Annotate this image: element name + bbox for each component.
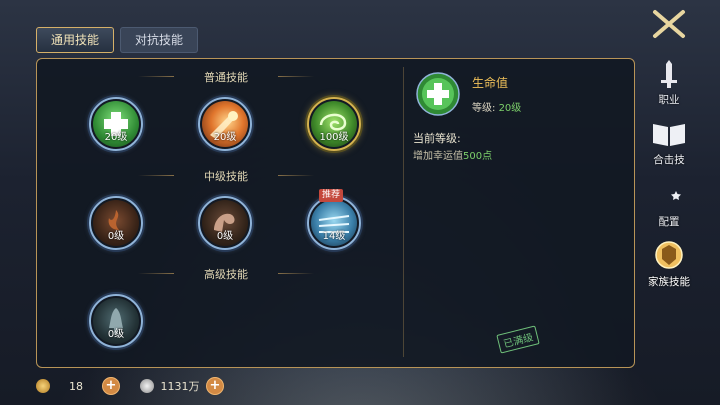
detail-skill-icon bbox=[416, 72, 460, 116]
skill-slot-flame[interactable]: 0级 bbox=[89, 196, 143, 250]
currency-bar: 18 + 1131万 + bbox=[36, 377, 224, 395]
current-desc-value: 500点 bbox=[463, 151, 493, 162]
token-icon bbox=[36, 379, 50, 393]
token-amount: 18 bbox=[69, 379, 83, 393]
skill-level: 0级 bbox=[107, 329, 125, 340]
detail-level-label: 等级: bbox=[472, 103, 496, 114]
skill-level: 20级 bbox=[213, 132, 237, 143]
skill-level: 20级 bbox=[104, 132, 128, 143]
skill-slot-strength[interactable]: 0级 bbox=[198, 196, 252, 250]
tab-pvp-skills[interactable]: 对抗技能 bbox=[120, 27, 199, 53]
sword-icon bbox=[661, 60, 677, 88]
book-icon bbox=[653, 124, 685, 146]
skills-panel: 普通技能 中级技能 高级技能 20级 20级 100级 0级 0级 推荐 14级… bbox=[36, 58, 635, 368]
side-item-label: 职业 bbox=[658, 94, 680, 106]
section-title-basic: 普通技能 bbox=[138, 69, 306, 85]
current-level-title: 当前等级: bbox=[413, 132, 461, 145]
crossed-swords-close-icon bbox=[653, 10, 685, 38]
section-title-advanced: 高级技能 bbox=[138, 266, 306, 282]
close-button[interactable] bbox=[632, 6, 706, 46]
family-emblem-icon bbox=[655, 241, 683, 269]
skill-level: 0级 bbox=[107, 231, 125, 242]
detail-skill-level: 等级: 20级 bbox=[472, 99, 521, 114]
add-silver-button[interactable]: + bbox=[206, 377, 224, 395]
side-item-class[interactable]: 职业 bbox=[632, 58, 706, 107]
section-title-mid: 中级技能 bbox=[138, 168, 306, 184]
side-item-label: 合击技 bbox=[653, 154, 685, 166]
add-token-button[interactable]: + bbox=[102, 377, 120, 395]
side-item-combo[interactable]: 合击技 bbox=[632, 120, 706, 167]
current-desc-prefix: 增加幸运值 bbox=[413, 151, 463, 162]
tab-bar: 通用技能 对抗技能 bbox=[36, 27, 204, 53]
skill-level: 0级 bbox=[216, 231, 234, 242]
current-level-desc: 增加幸运值500点 bbox=[413, 147, 492, 162]
detail-level-value: 20级 bbox=[498, 103, 522, 114]
panel-divider bbox=[403, 67, 404, 357]
skill-slot-attack[interactable]: 20级 bbox=[198, 97, 252, 151]
skill-slot-ice[interactable]: 推荐 14级 bbox=[307, 189, 361, 250]
skill-slot-totem[interactable]: 0级 bbox=[89, 294, 143, 348]
skill-level: 100级 bbox=[319, 132, 349, 143]
side-item-family-skills[interactable]: 家族技能 bbox=[632, 240, 706, 289]
side-item-label: 家族技能 bbox=[648, 276, 690, 288]
skill-level: 14级 bbox=[322, 231, 346, 242]
side-menu: 职业 合击技 配置 家族技能 bbox=[632, 0, 706, 405]
recommended-badge: 推荐 bbox=[319, 189, 344, 202]
detail-skill-name: 生命值 bbox=[472, 76, 509, 90]
side-item-config[interactable]: 配置 bbox=[632, 180, 706, 229]
skill-slot-wind[interactable]: 100级 bbox=[307, 97, 361, 151]
silver-amount: 1131万 bbox=[160, 380, 200, 393]
skill-slot-hp[interactable]: 20级 bbox=[89, 97, 143, 151]
side-item-label: 配置 bbox=[658, 216, 680, 228]
tab-general-skills[interactable]: 通用技能 bbox=[36, 27, 115, 53]
silver-coin-icon bbox=[140, 379, 154, 393]
moon-star-icon bbox=[661, 183, 681, 207]
